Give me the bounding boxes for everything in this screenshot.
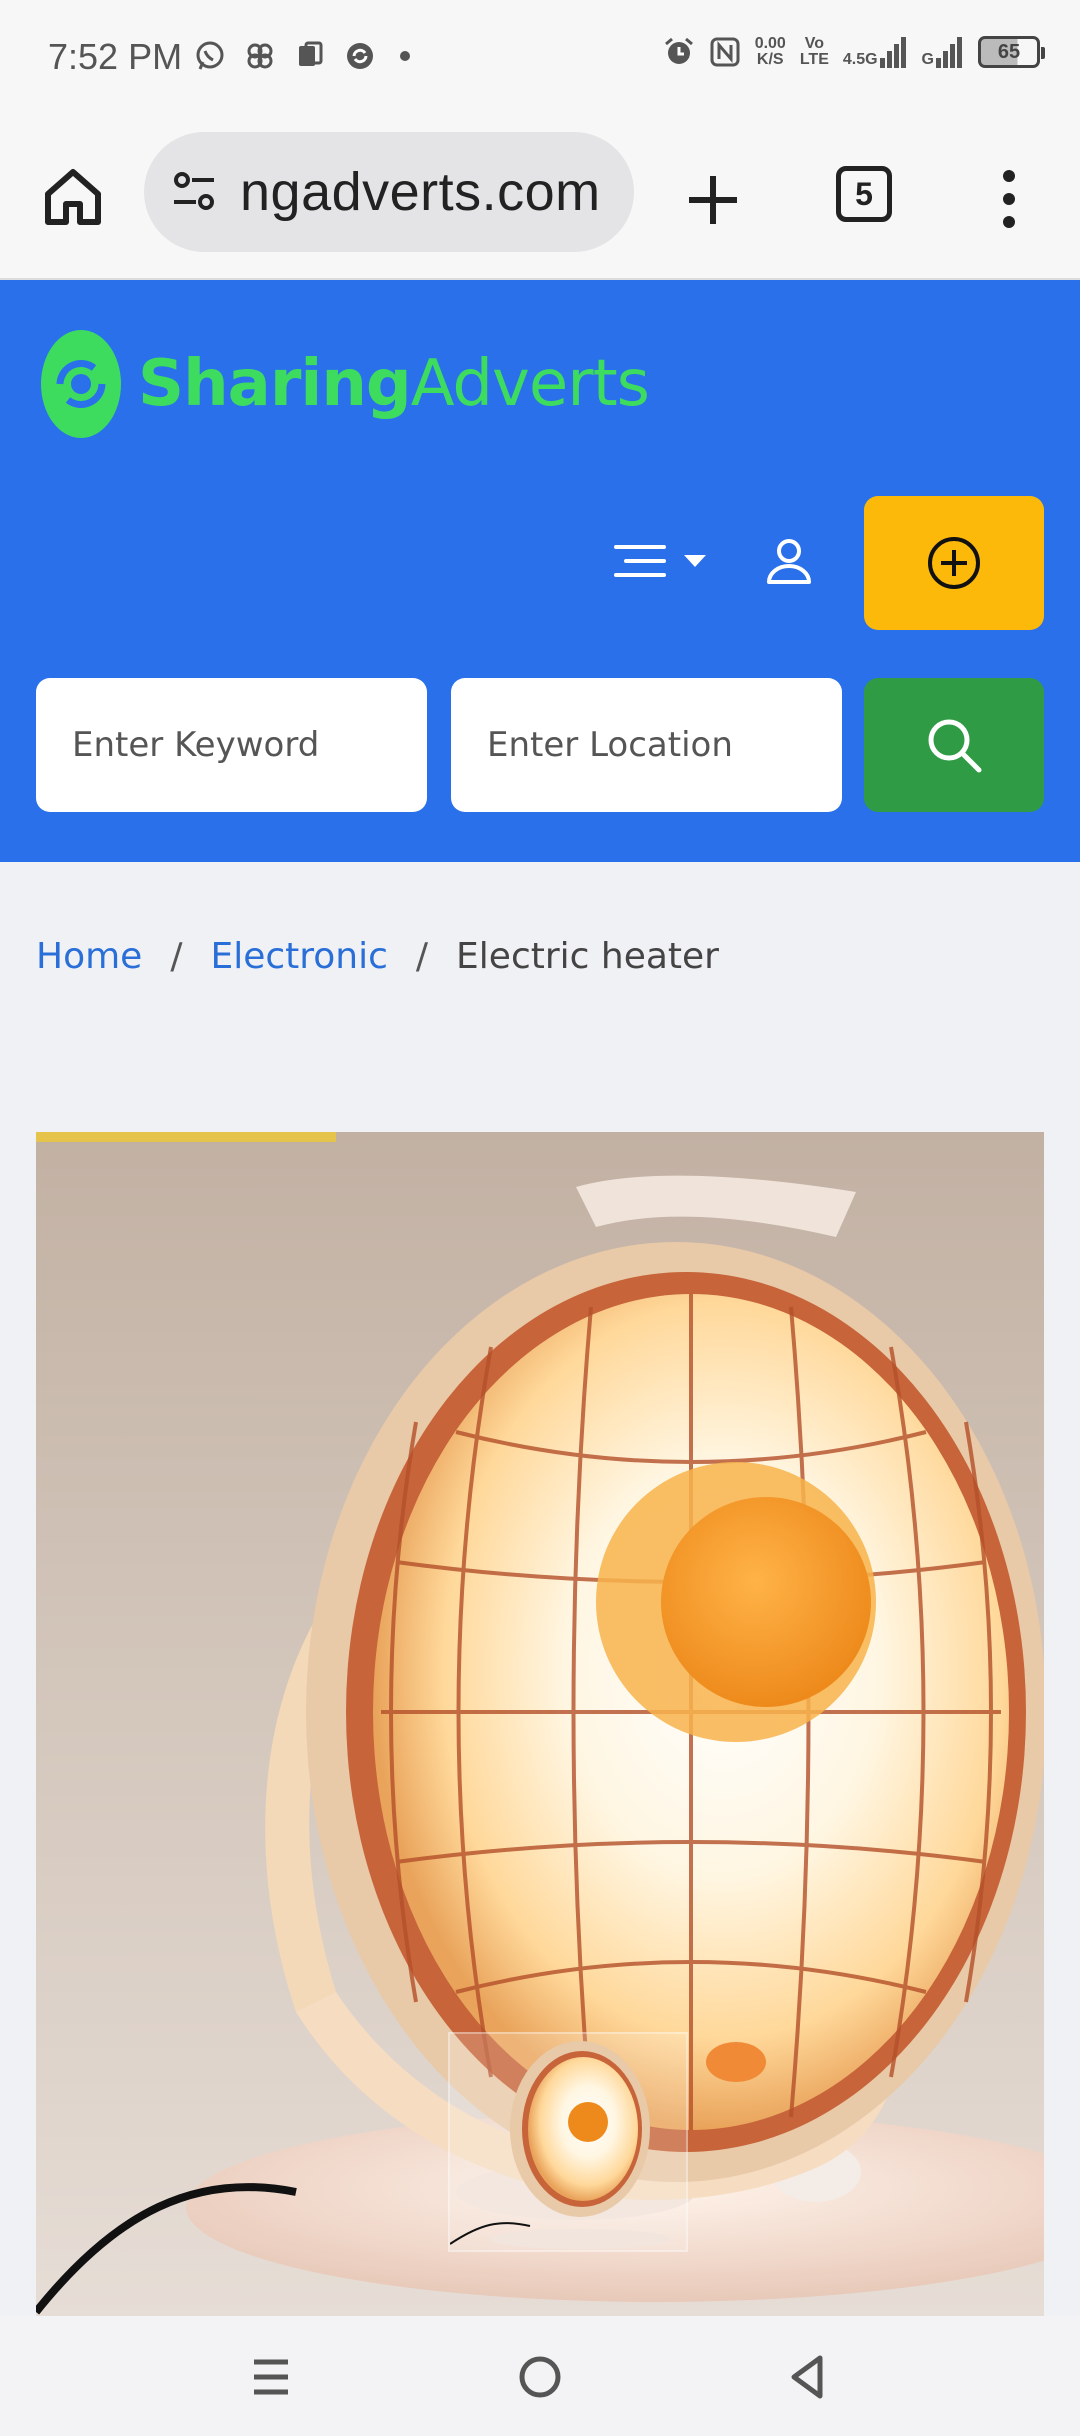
logo-mark-icon — [41, 330, 121, 438]
notification-icons — [194, 40, 410, 72]
keyword-field[interactable] — [36, 678, 427, 812]
heater-thumbnail — [449, 2041, 670, 2249]
nav-menu-toggle[interactable] — [612, 536, 716, 586]
home-circle-icon[interactable] — [515, 2352, 565, 2402]
home-icon[interactable] — [40, 164, 106, 230]
system-navigation-bar — [0, 2316, 1080, 2436]
browser-toolbar: ngadverts.com 5 — [0, 120, 1080, 280]
back-triangle-icon[interactable] — [784, 2352, 834, 2402]
image-thumbnail[interactable] — [448, 2032, 688, 2252]
menu-lines-icon — [614, 545, 666, 577]
post-ad-button[interactable] — [864, 496, 1044, 630]
location-field[interactable] — [451, 678, 842, 812]
url-text: ngadverts.com — [240, 162, 601, 222]
nfc-icon — [710, 37, 740, 67]
new-tab-icon[interactable] — [685, 172, 741, 228]
site-logo[interactable]: SharingAdverts — [38, 326, 650, 442]
add-circle-icon — [928, 537, 980, 589]
address-bar[interactable]: ngadverts.com — [144, 132, 634, 252]
caret-down-icon — [684, 555, 706, 567]
recent-apps-icon[interactable] — [246, 2352, 296, 2402]
search-form — [36, 678, 1044, 812]
signal-strength-icon — [936, 37, 962, 68]
logo-text: SharingAdverts — [138, 347, 650, 421]
location-input[interactable] — [451, 725, 842, 765]
breadcrumb-separator: / — [170, 936, 183, 977]
battery-indicator: 65 — [978, 36, 1045, 68]
status-bar: 7:52 PM 0.00 K/S Vo LTE 4.5G G 65 — [0, 0, 1080, 120]
net-speed: 0.00 K/S — [754, 35, 786, 68]
tab-switcher-button[interactable]: 5 — [836, 166, 892, 222]
pinwheel-icon — [247, 43, 273, 69]
more-options-icon[interactable] — [994, 166, 1024, 232]
search-icon — [928, 719, 982, 773]
signal-1: 4.5G — [843, 36, 908, 68]
keyword-input[interactable] — [36, 725, 427, 765]
breadcrumb-category[interactable]: Electronic — [210, 936, 387, 977]
breadcrumb-home[interactable]: Home — [36, 936, 142, 977]
site-header: SharingAdverts — [0, 280, 1080, 862]
alarm-icon — [664, 37, 693, 64]
product-image[interactable] — [36, 1132, 1044, 2316]
status-time: 7:52 PM — [48, 36, 183, 77]
signal-2: G — [922, 36, 964, 68]
breadcrumb-separator: / — [415, 936, 429, 977]
more-notifications-dot — [400, 51, 410, 61]
sync-icon — [347, 43, 373, 69]
whatsapp-icon — [196, 41, 224, 70]
signal-strength-icon — [879, 37, 906, 68]
site-settings-icon[interactable] — [166, 164, 222, 220]
search-button[interactable] — [864, 678, 1044, 812]
breadcrumb-current: Electric heater — [456, 936, 719, 977]
volte-indicator: Vo LTE — [799, 35, 829, 68]
files-icon — [299, 41, 323, 66]
breadcrumb: Home / Electronic / Electric heater — [36, 936, 719, 977]
system-icons: 0.00 K/S Vo LTE 4.5G G 65 — [663, 35, 1045, 68]
user-account-icon[interactable] — [764, 536, 814, 586]
